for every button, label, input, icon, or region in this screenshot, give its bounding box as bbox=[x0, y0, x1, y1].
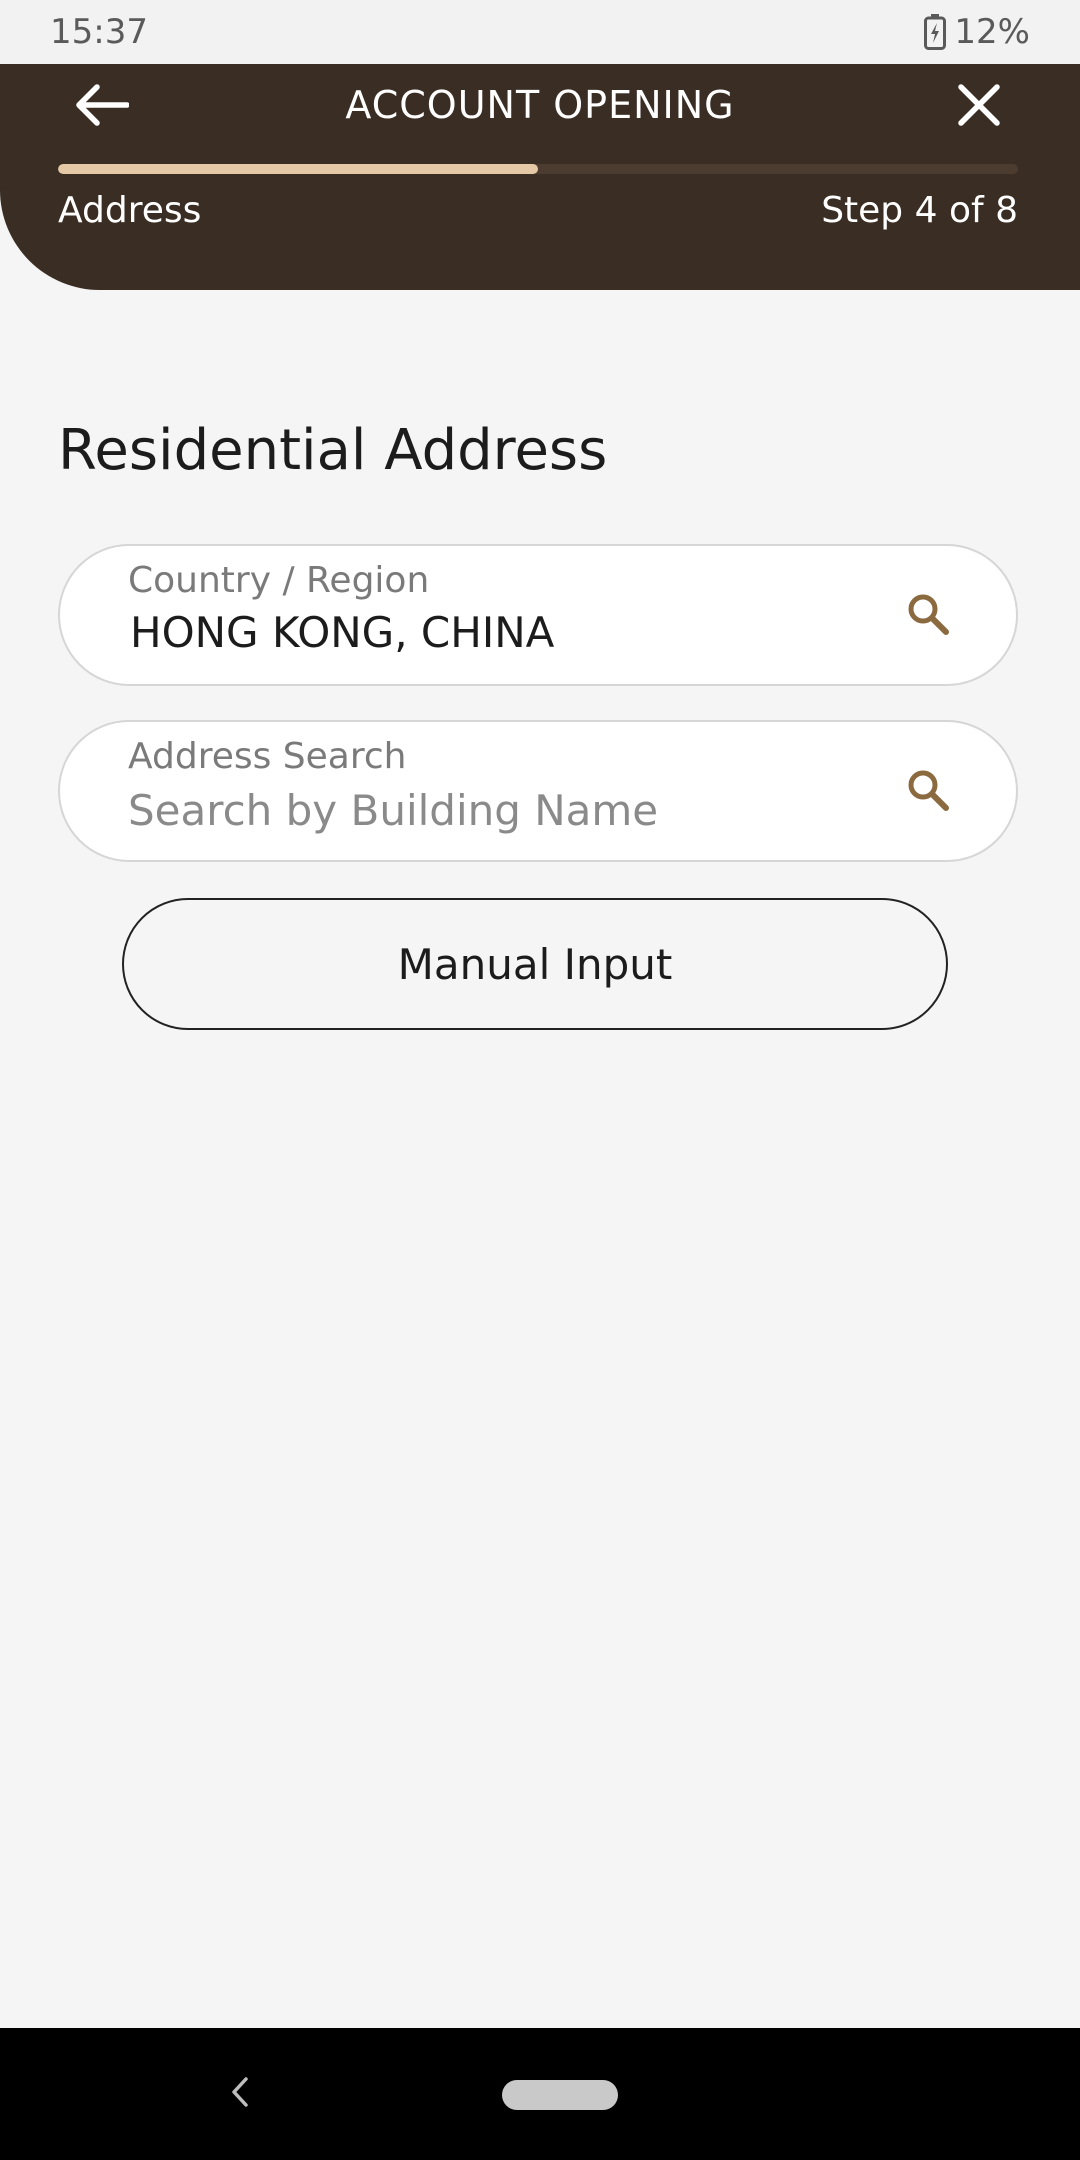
address-search-button[interactable] bbox=[902, 766, 954, 818]
status-bar: 15:37 12% bbox=[0, 0, 1080, 64]
battery-percentage: 12% bbox=[954, 12, 1030, 52]
header-title: ACCOUNT OPENING bbox=[345, 83, 735, 127]
country-region-label: Country / Region bbox=[128, 560, 430, 601]
step-name: Address bbox=[58, 190, 202, 231]
nav-back-button[interactable] bbox=[220, 2064, 260, 2124]
search-icon bbox=[906, 768, 950, 816]
system-nav-bar bbox=[0, 2028, 1080, 2160]
address-search-field[interactable]: Address Search bbox=[58, 720, 1018, 862]
battery-charging-icon bbox=[924, 14, 947, 50]
country-region-value: HONG KONG, CHINA bbox=[130, 608, 555, 657]
step-count: Step 4 of 8 bbox=[821, 190, 1018, 231]
progress-bar-fill bbox=[58, 164, 538, 174]
home-pill-icon[interactable] bbox=[502, 2080, 618, 2110]
status-right: 12% bbox=[924, 12, 1030, 52]
manual-input-button[interactable]: Manual Input bbox=[122, 898, 948, 1030]
page-title: Residential Address bbox=[58, 418, 608, 483]
address-search-label: Address Search bbox=[128, 736, 407, 777]
progress-bar bbox=[58, 164, 1018, 174]
close-icon bbox=[957, 83, 1001, 131]
country-region-field[interactable]: Country / Region HONG KONG, CHINA bbox=[58, 544, 1018, 686]
chevron-left-icon bbox=[230, 2076, 250, 2112]
address-search-input[interactable] bbox=[128, 780, 888, 840]
country-search-button[interactable] bbox=[902, 590, 954, 642]
close-button[interactable] bbox=[944, 72, 1014, 142]
status-time: 15:37 bbox=[50, 12, 148, 52]
search-icon bbox=[906, 592, 950, 640]
app-header: ACCOUNT OPENING Address Step 4 of 8 bbox=[0, 64, 1080, 290]
